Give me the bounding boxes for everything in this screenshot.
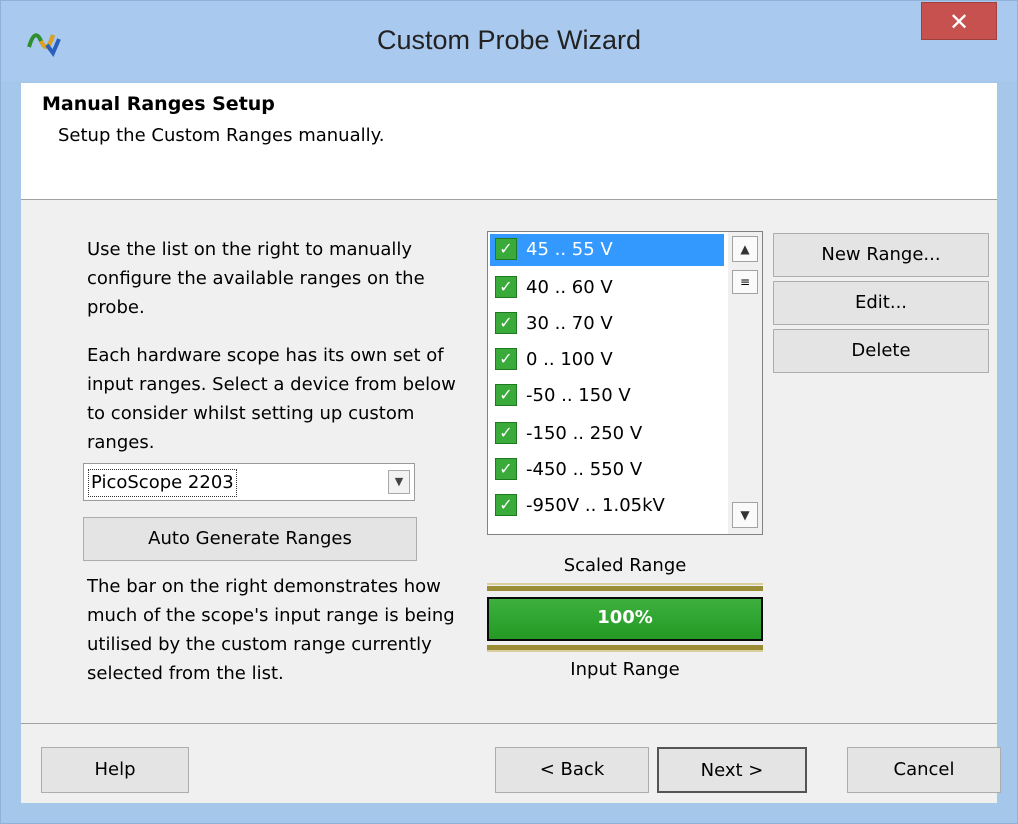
range-label: -50 .. 150 V — [526, 385, 631, 406]
list-item[interactable]: ✓ 0 .. 100 V — [490, 344, 724, 376]
delete-button[interactable]: Delete — [773, 329, 989, 373]
cancel-button[interactable]: Cancel — [847, 747, 1001, 793]
title-bar[interactable]: Custom Probe Wizard ✕ — [1, 1, 1017, 81]
scaled-range-label: Scaled Range — [563, 555, 687, 576]
new-range-button[interactable]: New Range... — [773, 233, 989, 277]
range-label: 45 .. 55 V — [526, 239, 613, 260]
list-item[interactable]: ✓ -950V .. 1.05kV — [490, 490, 724, 522]
scroll-thumb[interactable]: ≡ — [732, 270, 758, 294]
auto-generate-ranges-button[interactable]: Auto Generate Ranges — [83, 517, 417, 561]
wizard-window: Custom Probe Wizard ✕ Manual Ranges Setu… — [0, 0, 1018, 824]
list-item[interactable]: ✓ -450 .. 550 V — [490, 454, 724, 486]
checkbox-checked-icon[interactable]: ✓ — [495, 458, 517, 480]
back-button[interactable]: < Back — [495, 747, 649, 793]
next-button[interactable]: Next > — [657, 747, 807, 793]
footer-divider — [21, 723, 997, 724]
page-title: Manual Ranges Setup — [42, 93, 275, 115]
range-usage-bar: 100% — [487, 597, 763, 641]
range-label: -950V .. 1.05kV — [526, 495, 665, 516]
page-subtitle: Setup the Custom Ranges manually. — [58, 125, 385, 146]
device-select-value: PicoScope 2203 — [88, 469, 237, 497]
checkbox-checked-icon[interactable]: ✓ — [495, 238, 517, 260]
ranges-list[interactable]: ✓ 45 .. 55 V ✓ 40 .. 60 V ✓ 30 .. 70 V ✓… — [487, 231, 763, 535]
device-select[interactable]: PicoScope 2203 ▼ — [83, 463, 415, 501]
checkbox-checked-icon[interactable]: ✓ — [495, 422, 517, 444]
bar-explanation-text: The bar on the right demonstrates how mu… — [87, 576, 455, 684]
list-item[interactable]: ✓ 30 .. 70 V — [490, 308, 724, 340]
range-label: 0 .. 100 V — [526, 349, 613, 370]
range-label: -150 .. 250 V — [526, 423, 643, 444]
help-button[interactable]: Help — [41, 747, 189, 793]
checkbox-checked-icon[interactable]: ✓ — [495, 276, 517, 298]
scaled-range-line — [487, 586, 763, 591]
checkbox-checked-icon[interactable]: ✓ — [495, 312, 517, 334]
range-label: -450 .. 550 V — [526, 459, 643, 480]
device-help-text: Each hardware scope has its own set of i… — [87, 345, 456, 453]
list-item[interactable]: ✓ -150 .. 250 V — [490, 418, 724, 450]
list-item[interactable]: ✓ -50 .. 150 V — [490, 380, 724, 412]
range-label: 40 .. 60 V — [526, 277, 613, 298]
edit-button[interactable]: Edit... — [773, 281, 989, 325]
instructions-text: Use the list on the right to manually co… — [87, 239, 425, 318]
input-range-label: Input Range — [570, 659, 680, 680]
close-button[interactable]: ✕ — [921, 2, 997, 40]
range-usage-percent: 100% — [597, 607, 653, 628]
scaled-range-line-highlight — [487, 583, 763, 585]
checkbox-checked-icon[interactable]: ✓ — [495, 384, 517, 406]
chevron-down-icon[interactable]: ▼ — [388, 470, 410, 494]
wizard-header: Manual Ranges Setup Setup the Custom Ran… — [21, 83, 997, 200]
ranges-scrollbar[interactable]: ▲ ≡ ▼ — [728, 232, 762, 534]
list-item[interactable]: ✓ 45 .. 55 V — [490, 234, 724, 266]
window-title: Custom Probe Wizard — [376, 25, 642, 55]
checkbox-checked-icon[interactable]: ✓ — [495, 348, 517, 370]
scroll-down-icon[interactable]: ▼ — [732, 502, 758, 528]
input-range-line-highlight — [487, 650, 763, 652]
checkbox-checked-icon[interactable]: ✓ — [495, 494, 517, 516]
list-item[interactable]: ✓ 40 .. 60 V — [490, 272, 724, 304]
wizard-client-area: Manual Ranges Setup Setup the Custom Ran… — [21, 83, 1001, 803]
range-label: 30 .. 70 V — [526, 313, 613, 334]
scroll-up-icon[interactable]: ▲ — [732, 236, 758, 262]
